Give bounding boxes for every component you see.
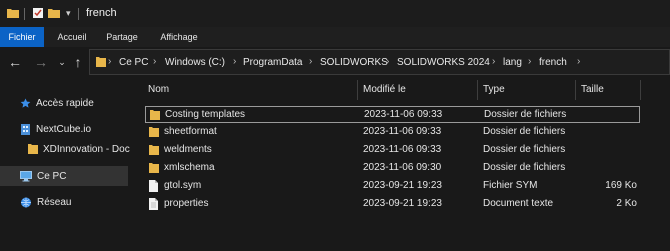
- chevron-right-icon: ›: [153, 56, 157, 67]
- file-type: Dossier de fichiers: [483, 162, 566, 173]
- up-button[interactable]: ↑: [69, 53, 87, 71]
- tab-accueil[interactable]: Accueil: [50, 27, 94, 47]
- breadcrumb-programdata[interactable]: ProgramData: [243, 57, 302, 68]
- tab-affichage[interactable]: Affichage: [152, 27, 206, 47]
- column-divider[interactable]: [477, 80, 478, 100]
- column-header-modified[interactable]: Modifié le: [363, 84, 406, 95]
- nav-item-xdinnovation[interactable]: XDInnovation - Doc: [0, 139, 135, 159]
- breadcrumb-french[interactable]: french: [539, 57, 567, 68]
- table-row[interactable]: sheetformat 2023-11-06 09:33 Dossier de …: [145, 124, 640, 141]
- file-type: Dossier de fichiers: [483, 126, 566, 137]
- file-name: sheetformat: [164, 126, 217, 137]
- nav-item-ce-pc[interactable]: Ce PC: [0, 166, 128, 186]
- chevron-right-icon: ›: [108, 56, 112, 67]
- back-button[interactable]: ←: [6, 53, 24, 71]
- chevron-right-icon: ›: [528, 56, 532, 67]
- navigation-pane: Accès rapide NextCube.io XDInnovation - …: [0, 77, 135, 251]
- nav-item-label: XDInnovation - Doc: [43, 143, 130, 155]
- table-row[interactable]: properties 2023-09-21 19:23 Document tex…: [145, 196, 640, 213]
- chevron-right-icon: ›: [233, 56, 237, 67]
- column-header-type[interactable]: Type: [483, 84, 505, 95]
- file-list: Nom Modifié le Type Taille Costing templ…: [135, 77, 670, 251]
- folder-icon: [149, 162, 159, 177]
- breadcrumb-solidworks[interactable]: SOLIDWORKS: [320, 57, 388, 68]
- column-divider[interactable]: [575, 80, 576, 100]
- file-modified: 2023-11-06 09:30: [363, 162, 442, 173]
- table-row[interactable]: weldments 2023-11-06 09:33 Dossier de fi…: [145, 142, 640, 159]
- nav-item-label: Réseau: [37, 196, 72, 208]
- nav-item-label: Accès rapide: [36, 97, 94, 109]
- tab-fichier[interactable]: Fichier: [0, 27, 44, 47]
- file-modified: 2023-11-06 09:33: [363, 126, 442, 137]
- nav-item-acces-rapide[interactable]: Accès rapide: [0, 93, 135, 113]
- file-type: Dossier de fichiers: [484, 109, 567, 120]
- folder-icon: [96, 56, 106, 71]
- title-bar: ▾ french: [0, 0, 670, 27]
- network-icon: [20, 197, 32, 208]
- file-type: Dossier de fichiers: [483, 144, 566, 155]
- file-modified: 2023-09-21 19:23: [363, 198, 442, 209]
- star-icon: [20, 97, 31, 109]
- nav-item-reseau[interactable]: Réseau: [0, 192, 135, 212]
- chevron-right-icon: ›: [309, 56, 313, 67]
- folder-icon: [150, 109, 160, 124]
- chevron-right-icon[interactable]: ›: [577, 56, 580, 67]
- folder-icon: [28, 143, 38, 155]
- table-row[interactable]: xmlschema 2023-11-06 09:30 Dossier de fi…: [145, 160, 640, 177]
- file-type: Fichier SYM: [483, 180, 538, 191]
- file-name: properties: [164, 198, 209, 209]
- folder-icon: [149, 144, 159, 159]
- customize-toolbar-icon[interactable]: ▾: [66, 8, 71, 19]
- folder-icon: [7, 7, 19, 22]
- folder-icon: [149, 126, 159, 141]
- nav-item-label: Ce PC: [37, 170, 67, 182]
- separator: [24, 8, 25, 20]
- table-row[interactable]: gtol.sym 2023-09-21 19:23 Fichier SYM 16…: [145, 178, 640, 195]
- building-icon: [20, 123, 31, 135]
- separator: [78, 8, 79, 20]
- column-header-name[interactable]: Nom: [148, 84, 169, 95]
- file-icon: [149, 180, 158, 195]
- file-size: 2 Ko: [616, 198, 637, 209]
- file-modified: 2023-11-06 09:33: [363, 144, 442, 155]
- breadcrumb-windows-c[interactable]: Windows (C:): [165, 57, 225, 68]
- chevron-right-icon: ›: [386, 56, 390, 67]
- computer-icon: [20, 170, 32, 182]
- column-header-size[interactable]: Taille: [581, 84, 604, 95]
- tab-partage[interactable]: Partage: [100, 27, 144, 47]
- new-folder-icon[interactable]: [48, 7, 60, 22]
- nav-item-label: NextCube.io: [36, 123, 92, 135]
- ribbon-tabs: Fichier Accueil Partage Affichage: [0, 27, 670, 47]
- file-modified: 2023-11-06 09:33: [364, 109, 443, 120]
- breadcrumb-ce-pc[interactable]: Ce PC: [119, 57, 148, 68]
- breadcrumb-solidworks-2024[interactable]: SOLIDWORKS 2024: [397, 57, 490, 68]
- nav-item-nextcube[interactable]: NextCube.io: [0, 119, 135, 139]
- file-name: xmlschema: [164, 162, 215, 173]
- file-name: Costing templates: [165, 109, 246, 120]
- address-row: ← → ⌄ ↑ › Ce PC › Windows (C:) › Program…: [0, 47, 670, 77]
- file-modified: 2023-09-21 19:23: [363, 180, 442, 191]
- file-type: Document texte: [483, 198, 554, 209]
- breadcrumb-lang[interactable]: lang: [503, 57, 522, 68]
- file-size: 169 Ko: [605, 180, 637, 191]
- column-divider[interactable]: [357, 80, 358, 100]
- file-name: weldments: [164, 144, 212, 155]
- file-name: gtol.sym: [164, 180, 202, 191]
- chevron-right-icon: ›: [492, 56, 496, 67]
- address-bar[interactable]: › Ce PC › Windows (C:) › ProgramData › S…: [89, 49, 670, 75]
- text-file-icon: [149, 198, 158, 213]
- properties-icon[interactable]: [32, 7, 44, 22]
- table-row[interactable]: Costing templates 2023-11-06 09:33 Dossi…: [145, 106, 640, 123]
- column-divider[interactable]: [640, 80, 641, 100]
- window-title: french: [86, 7, 117, 19]
- forward-button[interactable]: →: [32, 53, 50, 71]
